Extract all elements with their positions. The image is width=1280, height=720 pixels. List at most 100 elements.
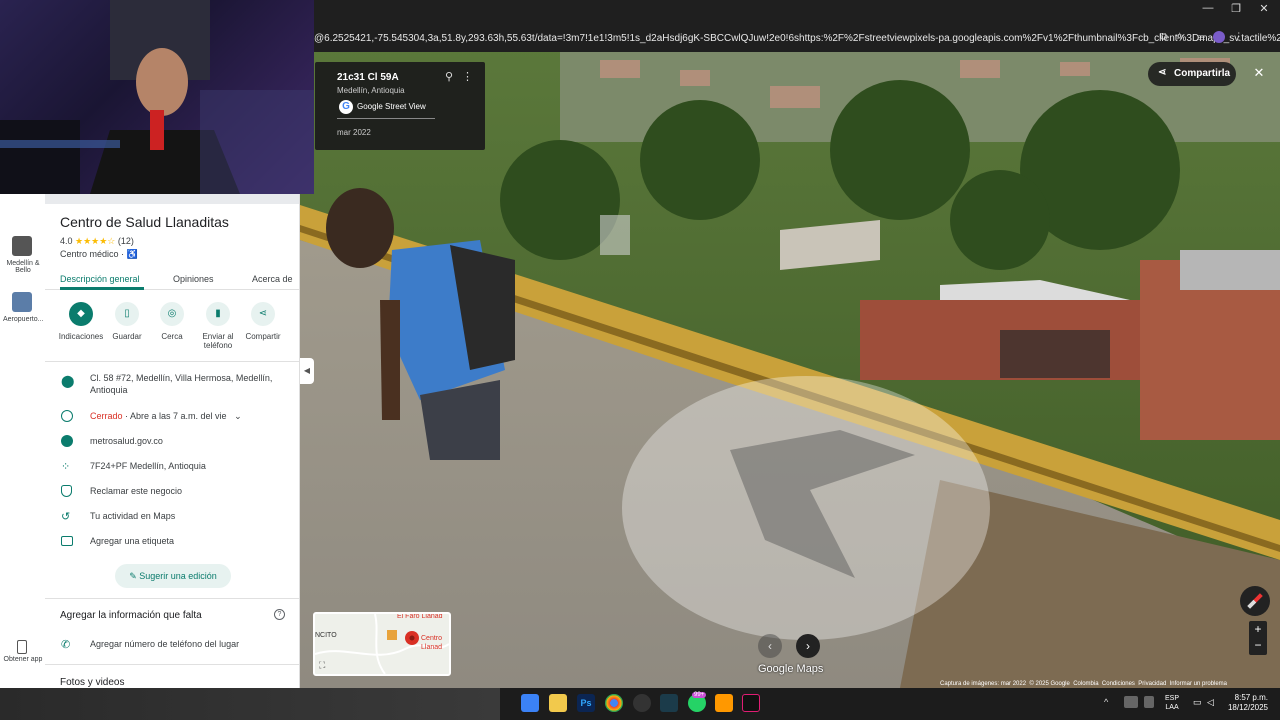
- minimap[interactable]: El Faro Llanad NCITO Centro Llanad ⛶: [313, 612, 451, 676]
- help-icon[interactable]: ?: [274, 609, 285, 620]
- collapse-panel-button[interactable]: ◀: [300, 358, 314, 384]
- network-icon[interactable]: ▭: [1193, 697, 1202, 708]
- obs-icon[interactable]: [633, 694, 651, 712]
- send-to-phone-button[interactable]: ▮: [206, 302, 230, 326]
- language-indicator[interactable]: ESP LAA: [1165, 694, 1179, 712]
- share-button[interactable]: ⋖ Compartirla: [1148, 62, 1236, 86]
- star-icon[interactable]: ☆: [1175, 32, 1183, 43]
- address-bar[interactable]: @6.2525421,-75.545304,3a,51.8y,293.63h,5…: [314, 30, 1280, 48]
- tab-overview[interactable]: Descripción general: [60, 274, 140, 284]
- start-icon[interactable]: [521, 694, 539, 712]
- sv-city: Medellín, Antioquia: [337, 86, 405, 95]
- sublime-icon[interactable]: [715, 694, 733, 712]
- more-menu-icon[interactable]: ⋮: [1234, 32, 1244, 43]
- tray-usb-icon[interactable]: [1144, 696, 1154, 708]
- prev-arrow-button[interactable]: ‹: [758, 634, 782, 658]
- privacy-link[interactable]: Privacidad: [1138, 681, 1166, 687]
- next-arrow-button[interactable]: ›: [796, 634, 820, 658]
- add-phone-row[interactable]: ✆ Agregar número de teléfono del lugar: [45, 638, 299, 652]
- divider: [45, 361, 299, 362]
- globe-icon: [61, 435, 73, 447]
- phone-icon[interactable]: [17, 640, 27, 654]
- photos-heading: Fotos y videos: [60, 677, 125, 688]
- profile-avatar[interactable]: [1213, 31, 1226, 43]
- taskbar-left: [0, 688, 500, 720]
- recent-place-thumb-1[interactable]: [12, 236, 32, 256]
- zoom-in-button[interactable]: +: [1249, 621, 1267, 637]
- country-link[interactable]: Colombia: [1073, 681, 1098, 687]
- share-place-button[interactable]: ⋖: [251, 302, 275, 326]
- claim-text: Reclamar este negocio: [90, 486, 183, 496]
- maximize-button[interactable]: ❐: [1222, 2, 1250, 15]
- google-logo-icon: G: [339, 100, 353, 114]
- pluscode-row[interactable]: ⁘ 7F24+PF Medellín, Antioquia: [45, 460, 299, 474]
- nearby-label: Cerca: [161, 332, 183, 341]
- label-icon: [61, 536, 73, 546]
- google-maps-watermark: Google Maps: [758, 663, 824, 675]
- chevron-down-icon[interactable]: ⌄: [229, 411, 242, 421]
- claim-row[interactable]: Reclamar este negocio: [45, 485, 299, 499]
- activity-text: Tu actividad en Maps: [90, 511, 176, 521]
- get-app-label[interactable]: Obtener app: [3, 656, 43, 663]
- activity-row[interactable]: ↺ Tu actividad en Maps: [45, 510, 299, 524]
- tray-app-icon[interactable]: [1124, 696, 1138, 708]
- terms-link[interactable]: Condiciones: [1102, 681, 1135, 687]
- report-link[interactable]: Informar un problema: [1170, 681, 1227, 687]
- rating-value: 4.0: [60, 236, 73, 246]
- photoshop-icon[interactable]: Ps: [577, 694, 595, 712]
- share-place-label: Compartir: [245, 332, 281, 341]
- hours-row[interactable]: Cerrado · Abre a las 7 a.m. del vie ⌄: [45, 410, 299, 424]
- tiktok-icon[interactable]: [742, 694, 760, 712]
- chrome-icon[interactable]: [605, 694, 623, 712]
- website-link[interactable]: metrosalud.gov.co: [90, 436, 163, 446]
- terminal-icon[interactable]: [660, 694, 678, 712]
- phone-call-icon: ✆: [61, 639, 71, 651]
- shield-check-icon: [61, 485, 72, 497]
- save-button[interactable]: ▯: [115, 302, 139, 326]
- more-options-icon[interactable]: ⋮: [462, 70, 473, 83]
- zoom-out-button[interactable]: −: [1249, 637, 1267, 653]
- label-row[interactable]: Agregar una etiqueta: [45, 535, 299, 549]
- minimize-button[interactable]: —: [1194, 2, 1222, 14]
- volume-icon[interactable]: ◁: [1207, 697, 1214, 708]
- copyright: © 2025 Google: [1029, 681, 1070, 687]
- recent-place-label-1[interactable]: Medellín & Bello: [3, 260, 43, 274]
- recent-place-label-2[interactable]: Aeropuerto...: [3, 316, 43, 323]
- tab-reviews[interactable]: Opiniones: [173, 274, 214, 284]
- left-rail: Medellín & Bello Aeropuerto... Obtener a…: [0, 194, 45, 688]
- footer-links: Captura de imágenes: mar 2022 © 2025 Goo…: [940, 681, 1227, 687]
- place-title: Centro de Salud Llanaditas: [60, 214, 229, 230]
- extensions-icon[interactable]: ☰: [1198, 32, 1206, 43]
- minimap-label-ncito: NCITO: [315, 632, 337, 639]
- expand-icon[interactable]: ⛶: [319, 660, 325, 671]
- streetview-info-card: 21c31 Cl 59A Medellín, Antioquia G Googl…: [315, 62, 485, 150]
- sv-source[interactable]: Google Street View: [357, 102, 426, 111]
- window-close-button[interactable]: ✕: [1250, 2, 1278, 15]
- file-explorer-icon[interactable]: [549, 694, 567, 712]
- compass-button[interactable]: [1240, 586, 1270, 616]
- close-icon[interactable]: ✕: [1248, 62, 1270, 84]
- divider: [337, 118, 435, 119]
- location-pin-icon[interactable]: ⚲: [445, 70, 453, 83]
- sv-date[interactable]: mar 2022: [337, 128, 371, 137]
- panel-top-strip: [45, 194, 299, 204]
- date-text: 18/12/2025: [1227, 703, 1268, 712]
- rating-row[interactable]: 4.0 ★★★★☆ (12): [60, 236, 134, 247]
- install-icon[interactable]: ⧉: [1160, 32, 1167, 43]
- address-row[interactable]: ⬤ Cl. 58 #72, Medellín, Villa Hermosa, M…: [45, 372, 299, 398]
- opens-at: · Abre a las 7 a.m. del vie: [122, 411, 227, 421]
- recent-place-thumb-2[interactable]: [12, 292, 32, 312]
- tab-about[interactable]: Acerca de: [252, 274, 293, 284]
- nearby-button[interactable]: ◎: [160, 302, 184, 326]
- capture-date: Captura de imágenes: mar 2022: [940, 681, 1027, 687]
- tray-chevron-icon[interactable]: ^: [1104, 697, 1108, 707]
- clock[interactable]: 8:57 p.m. 18/12/2025: [1224, 693, 1268, 713]
- website-row[interactable]: metrosalud.gov.co: [45, 435, 299, 449]
- directions-label: Indicaciones: [58, 332, 104, 341]
- webcam-overlay: [0, 0, 314, 194]
- closed-status: Cerrado: [90, 411, 123, 421]
- url-text: @6.2525421,-75.545304,3a,51.8y,293.63h,5…: [314, 33, 1280, 44]
- suggest-edit-button[interactable]: ✎ Sugerir una edición: [115, 564, 231, 588]
- directions-button[interactable]: ◆: [69, 302, 93, 326]
- place-category[interactable]: Centro médico · ♿: [60, 249, 138, 260]
